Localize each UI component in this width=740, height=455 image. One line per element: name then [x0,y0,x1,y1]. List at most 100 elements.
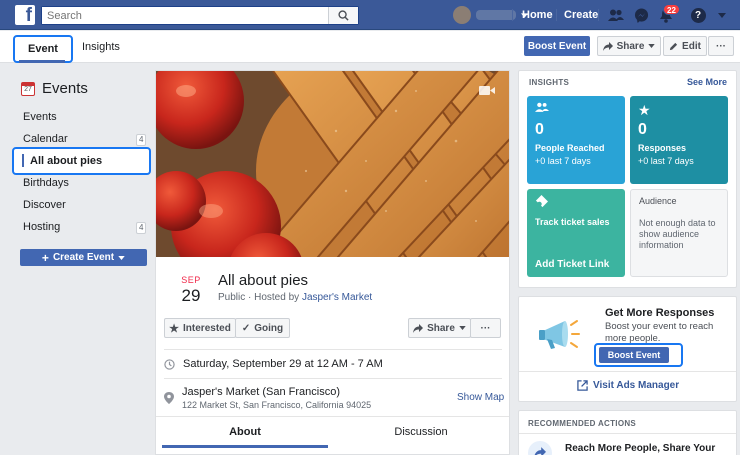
help-icon[interactable]: ? [689,6,707,24]
people-reached-count: 0 [535,121,544,138]
boost-event-button[interactable]: Boost Event [524,36,590,56]
add-ticket-link[interactable]: Add Ticket Link [535,259,609,270]
create-event-button[interactable]: + Create Event [20,249,147,266]
messenger-icon[interactable] [632,6,650,24]
promo-boost-button[interactable]: Boost Event [599,347,669,363]
search-icon [338,10,349,21]
star-icon: ★ [169,322,180,335]
sidebar-count-calendar: 4 [136,134,147,146]
divider [512,9,513,21]
insights-card: INSIGHTS See More 0 People Reached +0 la… [518,70,737,288]
home-link[interactable]: Home [522,0,553,30]
recommended-heading: RECOMMENDED ACTIONS [528,419,637,428]
event-month: SEP [181,275,201,285]
audience-title: Audience [639,196,677,206]
event-location-row: Jasper's Market (San Francisco) 122 Mark… [164,386,371,410]
help-glyph: ? [690,7,706,23]
share-label: Share [616,40,645,52]
visit-ads-manager-label: Visit Ads Manager [593,380,680,391]
interested-button[interactable]: ★ Interested [164,318,236,338]
edit-button[interactable]: Edit [663,36,707,56]
ticket-icon [535,195,548,208]
divider [556,9,557,21]
tab-event[interactable]: Event [13,35,73,63]
event-host-link[interactable]: Jasper's Market [302,292,372,303]
search-input[interactable] [42,7,332,24]
responses-delta: +0 last 7 days [638,156,694,166]
insights-heading: INSIGHTS [529,78,570,87]
ticket-title: Track ticket sales [535,217,610,227]
people-reached-delta: +0 last 7 days [535,156,591,166]
ticket-sales-tile[interactable]: Track ticket sales Add Ticket Link [527,189,625,277]
account-menu-icon[interactable] [713,6,731,24]
event-datetime[interactable]: Saturday, September 29 at 12 AM - 7 AM [183,358,383,370]
avatar [453,6,471,24]
facebook-logo[interactable]: f [15,5,35,25]
sidebar-count-hosting: 4 [136,222,147,234]
responses-count: 0 [638,121,647,138]
search-button[interactable] [328,7,358,24]
going-label: Going [254,322,284,334]
promo-desc: Boost your event to reach more people. [605,321,714,344]
chevron-down-icon [118,255,125,260]
sidebar-title-text: Events [42,80,88,97]
star-icon: ★ [638,102,651,118]
profile-name [476,10,516,20]
divider [164,349,502,350]
share-button[interactable]: Share [597,36,661,56]
active-tab-indicator [162,445,328,448]
event-more-button[interactable]: ··· [470,318,501,338]
notification-badge: 22 [663,4,680,15]
promo-title: Get More Responses [605,307,715,319]
pie-image [156,71,509,257]
sidebar-item-calendar[interactable]: Calendar [23,133,68,145]
event-privacy: Public · Hosted by [218,292,302,303]
share-icon [413,323,424,333]
tab-insights[interactable]: Insights [82,31,120,63]
audience-tile: Audience Not enough data to show audienc… [630,189,728,277]
visit-ads-manager-link[interactable]: Visit Ads Manager [577,380,679,391]
going-button[interactable]: ✓ Going [235,318,290,338]
pencil-icon [669,42,678,50]
event-share-button[interactable]: Share [408,318,471,338]
check-icon: ✓ [241,322,251,334]
event-cover-photo[interactable] [156,71,509,257]
sidebar-item-birthdays[interactable]: Birthdays [23,177,69,189]
plus-icon: + [41,250,49,265]
sidebar-item-hosting[interactable]: Hosting [23,221,60,233]
responses-label: Responses [638,143,687,153]
edit-label: Edit [682,40,701,52]
event-main-card: SEP 29 All about pies Public · Hosted by… [155,70,510,455]
create-link[interactable]: Create [564,0,598,30]
event-title: All about pies [218,272,309,289]
recommended-actions-card: RECOMMENDED ACTIONS Reach More People, S… [518,410,737,455]
recommended-item[interactable]: Reach More People, Share Your [565,443,715,454]
see-more-link[interactable]: See More [687,77,727,87]
interested-label: Interested [183,322,231,334]
event-day: 29 [181,286,201,305]
search-box [41,6,359,25]
more-options-button[interactable]: ··· [708,36,734,56]
sidebar-item-events[interactable]: Events [23,111,57,123]
external-link-icon [577,380,588,391]
tab-about[interactable]: About [160,426,330,438]
top-navigation-bar: f Home Create 22 ? [0,0,740,30]
sidebar-item-discover[interactable]: Discover [23,199,66,211]
sidebar-item-all-about-pies[interactable]: All about pies [30,155,102,167]
location-pin-icon [164,392,174,404]
people-reached-tile[interactable]: 0 People Reached +0 last 7 days [527,96,625,184]
audience-desc: Not enough data to show audience informa… [639,218,716,250]
profile-link[interactable] [453,6,528,24]
divider [156,416,509,417]
divider [519,371,736,372]
calendar-icon: 27 [21,81,35,96]
event-location-name[interactable]: Jasper's Market (San Francisco) [182,386,371,398]
tab-discussion[interactable]: Discussion [336,426,506,438]
responses-tile[interactable]: ★ 0 Responses +0 last 7 days [630,96,728,184]
friend-requests-icon[interactable] [607,6,625,24]
show-map-link[interactable]: Show Map [457,392,504,403]
event-share-label: Share [427,322,455,334]
event-location-address: 122 Market St, San Francisco, California… [182,400,372,410]
chevron-down-icon [648,44,656,48]
event-subtitle: Public · Hosted by Jasper's Market [218,292,372,303]
